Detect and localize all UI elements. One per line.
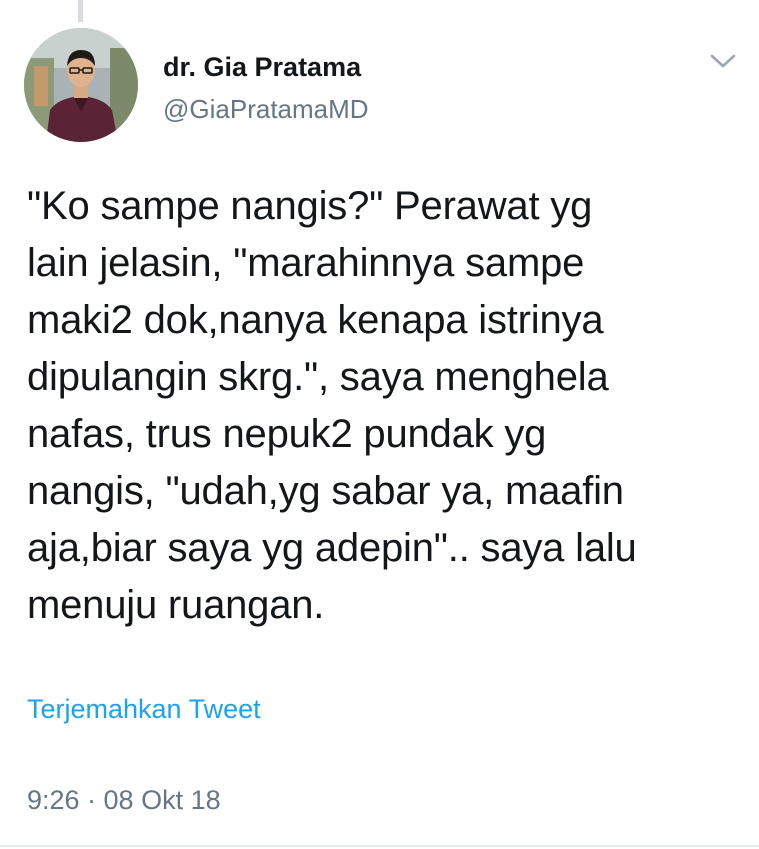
tweet-timestamp[interactable]: 9:26 · 08 Okt 18 xyxy=(27,785,221,816)
tweet-text-line: aja,biar saya yg adepin".. saya lalu xyxy=(27,526,637,570)
tweet-menu-button[interactable] xyxy=(708,50,738,72)
tweet-text-line: dipulangin skrg.", saya menghela xyxy=(27,355,609,399)
tweet-text-line: menuju ruangan. xyxy=(27,583,325,627)
tweet-text: "Ko sampe nangis?" Perawat yg lain jelas… xyxy=(27,178,739,634)
divider xyxy=(0,845,759,847)
tweet-text-line: "Ko sampe nangis?" Perawat yg xyxy=(27,184,593,228)
tweet-text-line: nangis, "udah,yg sabar ya, maafin xyxy=(27,469,624,513)
author-username[interactable]: @GiaPratamaMD xyxy=(163,94,369,125)
profile-photo-icon xyxy=(24,28,138,142)
tweet-text-line: lain jelasin, "marahinnya sampe xyxy=(27,241,585,285)
tweet-text-line: nafas, trus nepuk2 pundak yg xyxy=(27,412,547,456)
translate-tweet-link[interactable]: Terjemahkan Tweet xyxy=(27,694,261,725)
chevron-down-icon xyxy=(710,54,736,68)
tweet-text-line: maki2 dok,nanya kenapa istrinya xyxy=(27,298,604,342)
author-display-name[interactable]: dr. Gia Pratama xyxy=(163,52,361,83)
thread-connector-line xyxy=(78,0,83,22)
avatar[interactable] xyxy=(24,28,138,142)
